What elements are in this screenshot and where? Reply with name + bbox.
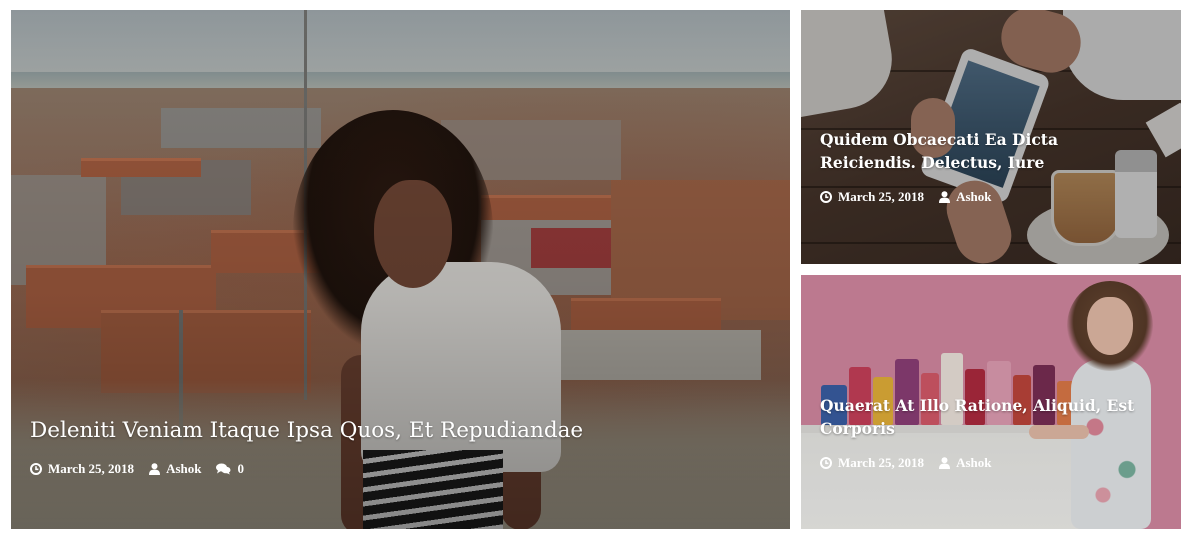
post-date-text: March 25, 2018 <box>838 189 925 204</box>
post-title[interactable]: Deleniti Veniam Itaque Ipsa Quos, Et Rep… <box>30 417 583 445</box>
post-author-text: Ashok <box>956 189 992 204</box>
user-icon <box>939 191 951 203</box>
clock-icon <box>820 457 832 469</box>
post-date-text: March 25, 2018 <box>838 455 925 470</box>
post-title[interactable]: Quidem Obcaecati Ea Dicta Reiciendis. De… <box>820 128 1150 174</box>
post-date[interactable]: March 25, 2018 <box>820 455 924 471</box>
post-comments[interactable]: 0 <box>216 461 244 477</box>
featured-post-tertiary[interactable]: Quaerat At Illo Ratione, Aliquid, Est Co… <box>801 275 1181 529</box>
post-title[interactable]: Quaerat At Illo Ratione, Aliquid, Est Co… <box>820 394 1150 440</box>
clock-icon <box>30 463 42 475</box>
post-date-text: March 25, 2018 <box>48 461 135 476</box>
clock-icon <box>820 191 832 203</box>
post-caption: Deleniti Veniam Itaque Ipsa Quos, Et Rep… <box>30 417 583 477</box>
post-author[interactable]: Ashok <box>149 461 201 477</box>
post-date[interactable]: March 25, 2018 <box>820 189 924 205</box>
comments-icon <box>216 463 231 475</box>
featured-post-secondary[interactable]: Quidem Obcaecati Ea Dicta Reiciendis. De… <box>801 10 1181 264</box>
post-comments-count: 0 <box>237 461 244 476</box>
post-author[interactable]: Ashok <box>939 455 991 471</box>
post-meta: March 25, 2018 Ashok <box>820 455 1150 471</box>
user-icon <box>939 457 951 469</box>
post-meta: March 25, 2018 Ashok 0 <box>30 461 583 477</box>
user-icon <box>149 463 161 475</box>
post-date[interactable]: March 25, 2018 <box>30 461 134 477</box>
featured-posts-grid: Deleniti Veniam Itaque Ipsa Quos, Et Rep… <box>0 0 1192 541</box>
post-caption: Quidem Obcaecati Ea Dicta Reiciendis. De… <box>820 128 1150 205</box>
post-author[interactable]: Ashok <box>939 189 991 205</box>
post-caption: Quaerat At Illo Ratione, Aliquid, Est Co… <box>820 394 1150 471</box>
post-author-text: Ashok <box>166 461 202 476</box>
post-meta: March 25, 2018 Ashok <box>820 189 1150 205</box>
post-author-text: Ashok <box>956 455 992 470</box>
featured-post-main[interactable]: Deleniti Veniam Itaque Ipsa Quos, Et Rep… <box>11 10 790 529</box>
